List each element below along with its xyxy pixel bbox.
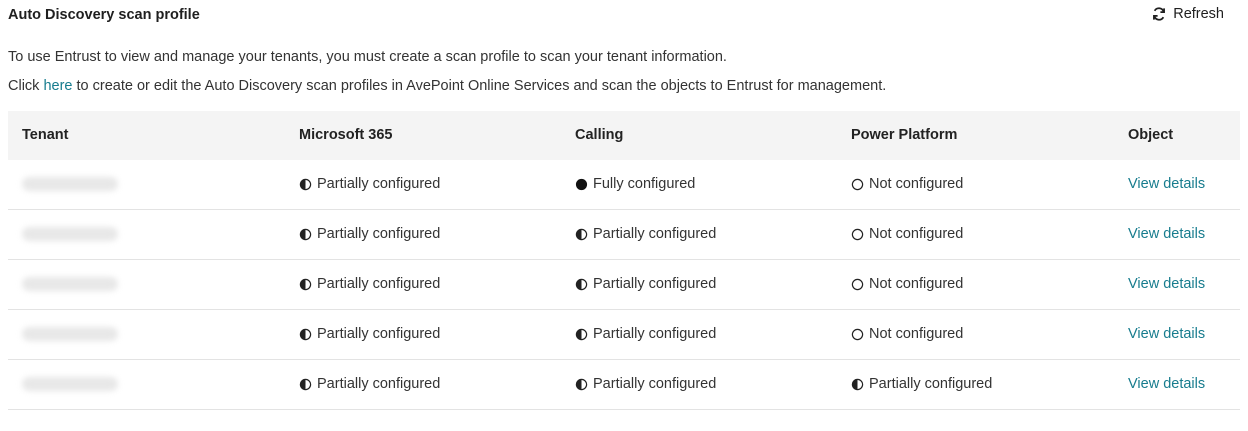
half-circle-icon [575,378,588,391]
refresh-icon [1152,7,1166,21]
view-details-link[interactable]: View details [1128,376,1205,392]
half-circle-icon [299,178,312,191]
view-details-label: View details [1128,376,1206,392]
empty-circle-icon [851,278,864,291]
refresh-label: Refresh [1173,6,1224,22]
page-title: Auto Discovery scan profile [8,7,200,23]
table-row: Partially configured Partially configure… [8,360,1240,410]
half-circle-icon [299,278,312,291]
power-platform-status: Not configured [851,226,963,242]
power-platform-status-label: Not configured [869,276,964,292]
view-details-link[interactable]: View details [1128,276,1205,292]
calling-status-label: Fully configured [593,176,696,192]
view-details-label: View details [1128,176,1206,192]
refresh-button[interactable]: Refresh [1152,6,1224,22]
half-circle-icon [575,228,588,241]
microsoft-365-status-label: Partially configured [317,376,441,392]
calling-status-label: Partially configured [593,276,717,292]
filled-circle-icon [575,178,588,191]
microsoft-365-status-label: Partially configured [317,326,441,342]
microsoft-365-status: Partially configured [299,326,440,342]
microsoft-365-status: Partially configured [299,376,440,392]
tenant-name-redacted [22,227,118,241]
microsoft-365-status-label: Partially configured [317,276,441,292]
view-details-link[interactable]: View details [1128,326,1205,342]
microsoft-365-status-label: Partially configured [317,226,441,242]
power-platform-status: Not configured [851,276,963,292]
half-circle-icon [299,228,312,241]
tenant-name-redacted [22,177,118,191]
description-line-2: Click here to create or edit the Auto Di… [8,78,886,94]
tenant-name-redacted [22,327,118,341]
microsoft-365-status: Partially configured [299,226,440,242]
here-link[interactable]: here [43,78,72,94]
column-header-tenant: Tenant [22,127,69,143]
calling-status: Partially configured [575,326,716,342]
microsoft-365-status-label: Partially configured [317,176,441,192]
column-header-calling: Calling [575,127,624,143]
half-circle-icon [299,328,312,341]
view-details-label: View details [1128,326,1206,342]
calling-status: Partially configured [575,226,716,242]
description-line-1: To use Entrust to view and manage your t… [8,49,727,65]
tenant-table: Tenant Microsoft 365 Calling Power Platf… [8,111,1240,410]
description-suffix: to create or edit the Auto Discovery sca… [72,78,887,94]
view-details-link[interactable]: View details [1128,176,1205,192]
power-platform-status: Not configured [851,326,963,342]
microsoft-365-status: Partially configured [299,276,440,292]
calling-status-label: Partially configured [593,326,717,342]
table-row: Partially configured Partially configure… [8,310,1240,360]
table-header: Tenant Microsoft 365 Calling Power Platf… [8,111,1240,160]
calling-status-label: Partially configured [593,226,717,242]
empty-circle-icon [851,228,864,241]
table-row: Partially configured Fully configured No… [8,160,1240,210]
microsoft-365-status: Partially configured [299,176,440,192]
column-header-microsoft-365: Microsoft 365 [299,127,393,143]
calling-status-label: Partially configured [593,376,717,392]
column-header-power-platform: Power Platform [851,127,958,143]
power-platform-status-label: Not configured [869,176,964,192]
power-platform-status: Not configured [851,176,963,192]
view-details-label: View details [1128,226,1206,242]
page-header: Auto Discovery scan profile Refresh [8,0,1240,32]
table-row: Partially configured Partially configure… [8,260,1240,310]
power-platform-status-label: Not configured [869,326,964,342]
empty-circle-icon [851,328,864,341]
tenant-name-redacted [22,277,118,291]
view-details-link[interactable]: View details [1128,226,1205,242]
half-circle-icon [575,278,588,291]
half-circle-icon [299,378,312,391]
power-platform-status: Partially configured [851,376,992,392]
calling-status: Partially configured [575,276,716,292]
table-body: Partially configured Fully configured No… [8,160,1240,410]
power-platform-status-label: Not configured [869,226,964,242]
column-header-object: Object [1128,127,1174,143]
table-row: Partially configured Partially configure… [8,210,1240,260]
view-details-label: View details [1128,276,1206,292]
calling-status: Fully configured [575,176,695,192]
description-prefix: Click [8,78,44,94]
half-circle-icon [851,378,864,391]
empty-circle-icon [851,178,864,191]
half-circle-icon [575,328,588,341]
power-platform-status-label: Partially configured [869,376,993,392]
calling-status: Partially configured [575,376,716,392]
tenant-name-redacted [22,377,118,391]
